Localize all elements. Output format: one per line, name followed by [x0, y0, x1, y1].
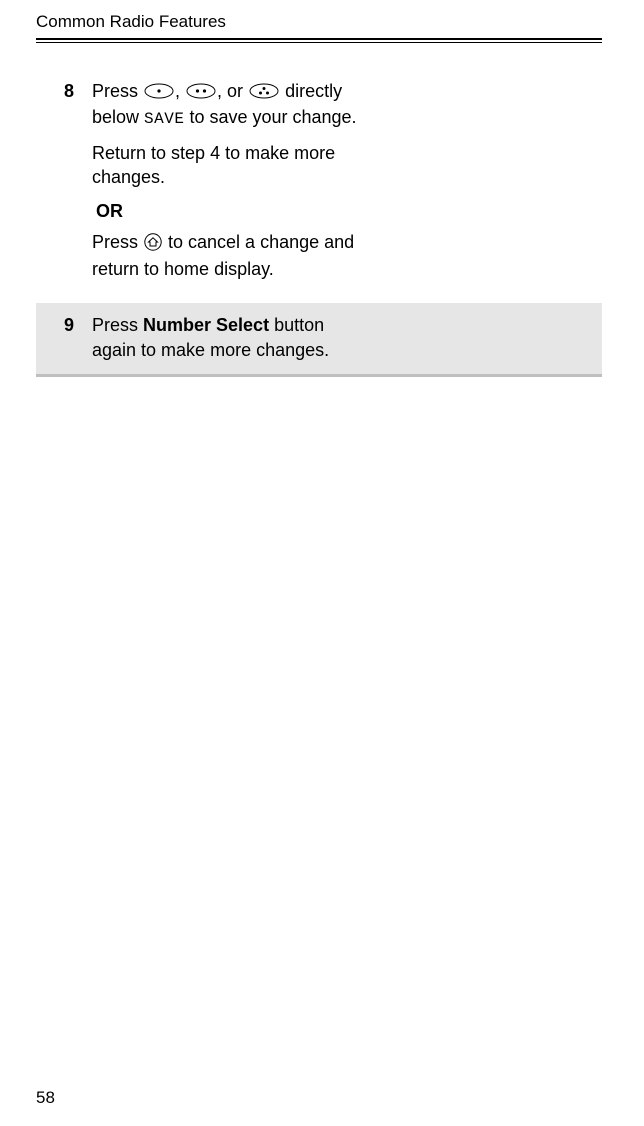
save-label: SAVE [144, 110, 184, 128]
home-icon [144, 233, 162, 257]
table-row: 9 Press Number Select button again to ma… [36, 303, 602, 374]
table-end-rule [36, 374, 602, 377]
step-number: 9 [36, 303, 84, 374]
step-text: Press Number Select button again to make… [84, 303, 367, 374]
text: , [175, 81, 185, 101]
instruction-paragraph: Press , , or directly below SAVE to save… [92, 79, 357, 131]
text: to save your change. [184, 107, 356, 127]
text: Press [92, 81, 143, 101]
step-text: Press , , or directly below SAVE to save… [84, 69, 367, 303]
table-row: 8 Press , , or directly below SAVE to sa… [36, 69, 602, 303]
header-rule [36, 38, 602, 43]
text: Press [92, 232, 143, 252]
running-header: Common Radio Features [36, 12, 602, 32]
page-wrapper: Common Radio Features 8 Press , , or d [0, 0, 644, 1126]
softkey-3dot-icon [249, 81, 279, 105]
empty-cell [367, 303, 602, 374]
step-number: 8 [36, 69, 84, 303]
steps-table: 8 Press , , or directly below SAVE to sa… [36, 69, 602, 377]
bold-label: Number Select [143, 315, 269, 335]
empty-cell [367, 69, 602, 303]
page-number: 58 [36, 1088, 55, 1108]
text: Press [92, 315, 143, 335]
softkey-1dot-icon [144, 81, 174, 105]
text: , or [217, 81, 248, 101]
instruction-paragraph: Return to step 4 to make more changes. [92, 141, 357, 190]
softkey-2dot-icon [186, 81, 216, 105]
or-label: OR [96, 199, 357, 223]
end-rule-row [36, 374, 602, 377]
instruction-paragraph: Press to cancel a change and return to h… [92, 230, 357, 282]
